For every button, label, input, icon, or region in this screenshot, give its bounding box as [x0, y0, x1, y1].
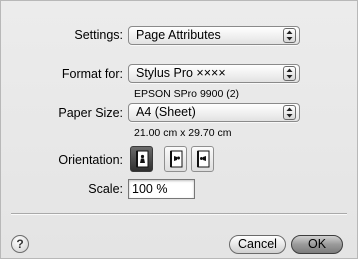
- orientation-landscape-reversed-button[interactable]: [191, 146, 214, 172]
- scale-label: Scale:: [88, 182, 123, 196]
- orientation-portrait-button[interactable]: [130, 146, 153, 172]
- paper-size-label: Paper Size:: [58, 106, 123, 120]
- format-for-label: Format for:: [61, 67, 123, 81]
- format-for-value: Stylus Pro ××××: [136, 66, 226, 80]
- format-for-popup[interactable]: Stylus Pro ××××: [128, 64, 300, 83]
- paper-size-value: A4 (Sheet): [136, 105, 196, 119]
- popup-arrows-icon: [283, 105, 296, 120]
- paper-size-popup[interactable]: A4 (Sheet): [128, 103, 300, 122]
- help-button[interactable]: ?: [11, 235, 29, 253]
- orientation-landscape-button[interactable]: [164, 146, 187, 172]
- settings-popup[interactable]: Page Attributes: [128, 26, 300, 45]
- paper-dimensions: 21.00 cm x 29.70 cm: [134, 127, 232, 139]
- popup-arrows-icon: [283, 66, 296, 81]
- page-setup-dialog: Settings: Page Attributes Format for: St…: [0, 0, 358, 259]
- portrait-orientation-icon: [136, 150, 149, 168]
- orientation-label: Orientation:: [58, 153, 123, 167]
- popup-arrows-icon: [283, 28, 296, 43]
- ok-button[interactable]: OK: [291, 235, 343, 254]
- cancel-button[interactable]: Cancel: [229, 235, 286, 254]
- divider: [11, 213, 347, 215]
- settings-label: Settings:: [74, 28, 123, 42]
- settings-value: Page Attributes: [136, 28, 221, 42]
- printer-description: EPSON SPro 9900 (2): [134, 88, 240, 100]
- scale-input[interactable]: 100 %: [128, 179, 195, 199]
- landscape-orientation-icon: [170, 150, 183, 168]
- landscape-reversed-orientation-icon: [197, 150, 210, 168]
